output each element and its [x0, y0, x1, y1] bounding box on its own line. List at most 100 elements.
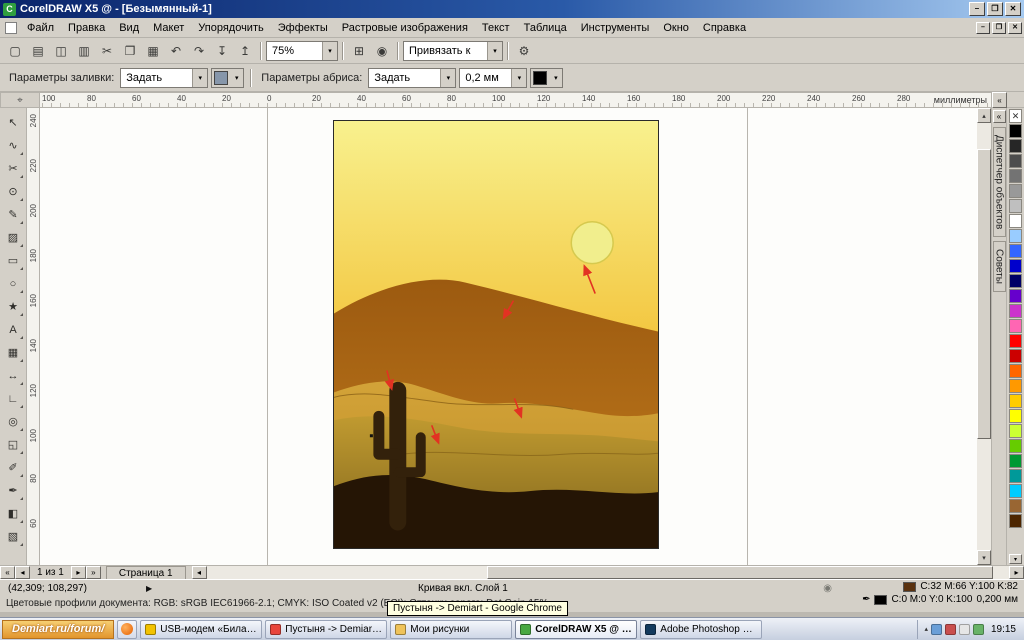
options-icon[interactable]: ⚙: [513, 40, 535, 62]
menu-item-10[interactable]: Окно: [656, 20, 696, 36]
scroll-up-icon[interactable]: ▴: [977, 108, 991, 123]
tool-freehand[interactable]: ✎: [2, 203, 25, 226]
vertical-scroll-thumb[interactable]: [977, 149, 991, 439]
demiart-deskband[interactable]: Demiart.ru/forum/: [2, 620, 114, 639]
toolbar-application-launcher-icon[interactable]: ⊞: [348, 40, 370, 62]
tray-expand-icon[interactable]: ▴: [924, 625, 928, 633]
docker-collapse-icon[interactable]: «: [993, 110, 1006, 123]
desert-drawing[interactable]: [334, 121, 658, 548]
docker-tab-1[interactable]: Советы: [993, 241, 1006, 292]
last-page-button[interactable]: »: [86, 566, 101, 579]
tool-pick[interactable]: ↖: [2, 111, 25, 134]
tool-interactive-fill[interactable]: ▧: [2, 525, 25, 548]
palette-swatch-25[interactable]: [1009, 499, 1022, 513]
toolbar-undo-icon[interactable]: ↶: [165, 40, 187, 62]
fill-color-picker[interactable]: ▾: [211, 68, 244, 88]
palette-swatch-26[interactable]: [1009, 514, 1022, 528]
palette-swatch-0[interactable]: [1009, 124, 1022, 138]
menu-item-5[interactable]: Эффекты: [271, 20, 335, 36]
scroll-down-icon[interactable]: ▾: [977, 550, 991, 565]
palette-swatch-20[interactable]: [1009, 424, 1022, 438]
palette-swatch-22[interactable]: [1009, 454, 1022, 468]
palette-swatch-19[interactable]: [1009, 409, 1022, 423]
palette-swatch-7[interactable]: [1009, 229, 1022, 243]
coreldraw-app-icon[interactable]: C: [3, 3, 16, 16]
chevron-down-icon[interactable]: ▾: [549, 69, 562, 87]
palette-scroll-down-icon[interactable]: ▾: [1009, 554, 1022, 564]
tool-connector[interactable]: ∟: [2, 387, 25, 410]
palette-swatch-8[interactable]: [1009, 244, 1022, 258]
chevron-down-icon[interactable]: ▾: [440, 69, 455, 87]
tray-tray-icon-4[interactable]: [973, 624, 984, 635]
palette-swatch-18[interactable]: [1009, 394, 1022, 408]
taskbar-item-coreldraw[interactable]: CorelDRAW X5 @ - [Б...: [515, 620, 637, 639]
tool-contour[interactable]: ◱: [2, 433, 25, 456]
toolbar-save-icon[interactable]: ◫: [50, 40, 72, 62]
h-scroll-right-icon[interactable]: ▸: [1009, 566, 1024, 579]
menu-item-3[interactable]: Макет: [146, 20, 191, 36]
tool-rectangle[interactable]: ▭: [2, 249, 25, 272]
menu-item-7[interactable]: Текст: [475, 20, 517, 36]
palette-swatch-17[interactable]: [1009, 379, 1022, 393]
palette-swatch-4[interactable]: [1009, 184, 1022, 198]
palette-swatch-14[interactable]: [1009, 334, 1022, 348]
tool-zoom[interactable]: ⊙: [2, 180, 25, 203]
tool-fill[interactable]: ◧: [2, 502, 25, 525]
ruler-origin-icon[interactable]: ⌖: [0, 92, 40, 108]
outline-color-picker[interactable]: ▾: [530, 68, 563, 88]
menu-item-1[interactable]: Правка: [61, 20, 112, 36]
tool-blend[interactable]: ◎: [2, 410, 25, 433]
palette-swatch-5[interactable]: [1009, 199, 1022, 213]
firefox-launcher[interactable]: [117, 620, 137, 639]
title-close-button[interactable]: ✕: [1005, 2, 1021, 16]
desert-artwork-frame[interactable]: [333, 120, 659, 549]
tray-tray-icon-3[interactable]: [959, 624, 970, 635]
document-icon[interactable]: [5, 22, 17, 34]
taskbar-item-my-drawings[interactable]: Мои рисунки: [390, 620, 512, 639]
tray-tray-icon-2[interactable]: [945, 624, 956, 635]
palette-swatch-16[interactable]: [1009, 364, 1022, 378]
collapse-dockers-icon[interactable]: «: [992, 92, 1007, 108]
color-proof-icon[interactable]: ◉: [823, 583, 832, 594]
no-color-swatch[interactable]: ✕: [1009, 109, 1022, 123]
chevron-down-icon[interactable]: ▾: [192, 69, 207, 87]
tool-crop[interactable]: ✂: [2, 157, 25, 180]
tool-ellipse[interactable]: ○: [2, 272, 25, 295]
next-page-button[interactable]: ▸: [71, 566, 86, 579]
drawing-canvas[interactable]: [40, 108, 977, 565]
palette-swatch-3[interactable]: [1009, 169, 1022, 183]
toolbar-new-document-icon[interactable]: ▢: [4, 40, 26, 62]
toolbar-open-icon[interactable]: ▤: [27, 40, 49, 62]
toolbar-corel-connect-icon[interactable]: ◉: [371, 40, 393, 62]
title-minimize-button[interactable]: –: [969, 2, 985, 16]
outline-params-combo[interactable]: Задать ▾: [368, 68, 456, 88]
tool-smart-fill[interactable]: ▨: [2, 226, 25, 249]
palette-swatch-2[interactable]: [1009, 154, 1022, 168]
tool-shape[interactable]: ∿: [2, 134, 25, 157]
toolbar-copy-icon[interactable]: ❐: [119, 40, 141, 62]
tool-text[interactable]: A: [2, 318, 25, 341]
node-handle[interactable]: [370, 434, 373, 437]
horizontal-scroll-thumb[interactable]: [487, 566, 993, 579]
sun[interactable]: [571, 222, 613, 264]
fill-status-chip[interactable]: [903, 582, 916, 592]
clock[interactable]: 19:15: [991, 624, 1016, 635]
outline-status-chip[interactable]: [874, 595, 887, 605]
toolbar-paste-icon[interactable]: ▦: [142, 40, 164, 62]
palette-swatch-21[interactable]: [1009, 439, 1022, 453]
palette-swatch-10[interactable]: [1009, 274, 1022, 288]
vertical-scroll-track[interactable]: [977, 123, 991, 550]
menu-item-9[interactable]: Инструменты: [574, 20, 657, 36]
h-scroll-left-icon[interactable]: ◂: [192, 566, 207, 579]
first-page-button[interactable]: «: [0, 566, 15, 579]
toolbar-redo-icon[interactable]: ↷: [188, 40, 210, 62]
tool-dimension[interactable]: ↔: [2, 364, 25, 387]
docker-tab-0[interactable]: Диспетчер объектов: [993, 127, 1006, 237]
taskbar-item-chrome-demiart[interactable]: Пустыня -> Demiart - G...: [265, 620, 387, 639]
menu-item-0[interactable]: Файл: [20, 20, 61, 36]
mdi-close-button[interactable]: ✕: [1008, 22, 1022, 34]
menu-item-6[interactable]: Растровые изображения: [335, 20, 475, 36]
title-restore-button[interactable]: ❐: [987, 2, 1003, 16]
outline-width-combo[interactable]: 0,2 мм ▾: [459, 68, 527, 88]
taskbar-item-photoshop[interactable]: Adobe Photoshop CS5 E...: [640, 620, 762, 639]
